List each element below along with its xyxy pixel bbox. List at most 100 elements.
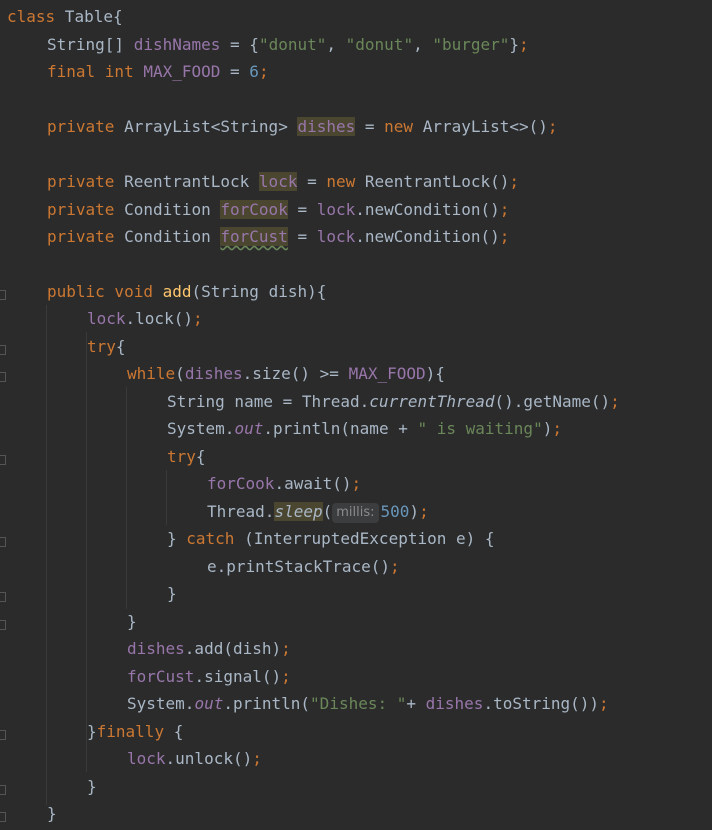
- code-line[interactable]: class Table{: [7, 3, 123, 31]
- method-name-token: add: [162, 282, 192, 301]
- type-token: ArrayList<String>: [124, 117, 298, 136]
- field-token: lock: [316, 227, 356, 246]
- punct-token: ){: [425, 364, 445, 383]
- code-line[interactable]: lock.lock();: [87, 305, 203, 333]
- field-token: MAX_FOOD: [348, 364, 426, 383]
- indent-guide: [166, 470, 167, 525]
- keyword-token: final int: [47, 62, 144, 81]
- keyword-token: private: [47, 172, 125, 191]
- number-token: 500: [380, 502, 410, 521]
- code-line[interactable]: String[] dishNames = {"donut", "donut", …: [47, 31, 529, 59]
- punct-token: ,: [413, 35, 433, 54]
- keyword-token: new: [384, 117, 423, 136]
- fold-marker-icon[interactable]: [0, 455, 6, 465]
- method-call-token: .println(: [223, 694, 311, 713]
- field-token-highlighted: forCook: [220, 200, 288, 219]
- semicolon-token: ;: [610, 392, 620, 411]
- brace-token: {: [164, 722, 184, 741]
- brace-token: }: [167, 584, 177, 603]
- code-line[interactable]: }: [127, 608, 137, 636]
- class-name-token: Table{: [55, 7, 123, 26]
- static-method-token: currentThread: [369, 392, 495, 411]
- operator-token: =: [297, 172, 327, 191]
- fold-marker-icon[interactable]: [0, 812, 6, 822]
- field-token: forCook: [207, 474, 275, 493]
- code-line[interactable]: }: [167, 580, 177, 608]
- code-line[interactable]: final int MAX_FOOD = 6;: [47, 58, 269, 86]
- fold-marker-icon[interactable]: [0, 592, 6, 602]
- method-call-token: .add(dish): [184, 639, 282, 658]
- operator-token: =: [287, 200, 317, 219]
- code-line[interactable]: private Condition forCook = lock.newCond…: [47, 196, 509, 224]
- code-line[interactable]: private ReentrantLock lock = new Reentra…: [47, 168, 519, 196]
- method-call-token: .await(): [274, 474, 352, 493]
- field-token: dishes: [127, 639, 185, 658]
- semicolon-token: ;: [499, 227, 510, 246]
- semicolon-token: ;: [509, 172, 520, 191]
- type-token: ReentrantLock: [124, 172, 259, 191]
- keyword-token: class: [7, 7, 56, 26]
- operator-token: =: [287, 227, 317, 246]
- semicolon-token: ;: [419, 502, 429, 521]
- punct-token: ): [409, 502, 420, 521]
- fold-marker-icon[interactable]: [0, 785, 6, 795]
- code-line[interactable]: private ArrayList<String> dishes = new A…: [47, 113, 558, 141]
- code-line[interactable]: }finally {: [87, 718, 183, 746]
- operator-token: =: [355, 117, 385, 136]
- semicolon-token: ;: [499, 200, 510, 219]
- semicolon-token: ;: [599, 694, 609, 713]
- indent-guide: [126, 387, 127, 609]
- method-call-token: .toString()): [483, 694, 600, 713]
- code-line[interactable]: forCook.await();: [207, 470, 361, 498]
- keyword-token: private: [47, 200, 125, 219]
- static-field-token: out: [194, 694, 224, 713]
- keyword-token: try: [167, 447, 196, 466]
- brace-token: }: [167, 529, 187, 548]
- static-method-token-highlighted: sleep: [274, 502, 323, 521]
- params-token: (InterruptedException e) {: [234, 529, 495, 548]
- fold-marker-icon[interactable]: [0, 620, 6, 630]
- code-line[interactable]: forCust.signal();: [127, 663, 291, 691]
- code-line[interactable]: }: [47, 800, 57, 828]
- brace-token: {: [195, 447, 206, 466]
- code-line[interactable]: e.printStackTrace();: [207, 553, 400, 581]
- operator-token: +: [406, 694, 426, 713]
- operator-token: = {: [220, 35, 259, 54]
- keyword-token: private: [47, 227, 125, 246]
- code-line[interactable]: dishes.add(dish);: [127, 635, 291, 663]
- method-call-token: .newCondition(): [355, 200, 500, 219]
- punct-token: }: [509, 35, 520, 54]
- string-token: " is waiting": [417, 419, 543, 438]
- semicolon-token: ;: [547, 117, 558, 136]
- code-line[interactable]: lock.unlock();: [127, 745, 262, 773]
- code-line[interactable]: String name = Thread.currentThread().get…: [167, 388, 620, 416]
- code-line[interactable]: try{: [87, 333, 126, 361]
- semicolon-token: ;: [192, 309, 203, 328]
- punct-token: ,: [326, 35, 346, 54]
- code-line[interactable]: private Condition forCust = lock.newCond…: [47, 223, 509, 251]
- fold-marker-icon[interactable]: [0, 730, 6, 740]
- code-line[interactable]: while(dishes.size() >= MAX_FOOD){: [127, 360, 445, 388]
- parameter-hint: millis:: [332, 503, 379, 523]
- code-line[interactable]: }: [87, 773, 97, 801]
- semicolon-token: ;: [351, 474, 362, 493]
- fold-marker-icon[interactable]: [0, 290, 6, 300]
- code-line[interactable]: public void add(String dish){: [47, 278, 326, 306]
- code-line[interactable]: Thread.sleep(millis: 500);: [207, 498, 429, 526]
- code-line[interactable]: try{: [167, 443, 206, 471]
- method-call-token: .signal(): [194, 667, 282, 686]
- type-token: String[]: [47, 35, 134, 54]
- fold-marker-icon[interactable]: [0, 537, 6, 547]
- fold-marker-icon[interactable]: [0, 345, 6, 355]
- static-field-token: out: [234, 419, 264, 438]
- code-line[interactable]: System.out.println("Dishes: "+ dishes.to…: [127, 690, 609, 718]
- constructor-token: ReentrantLock(): [364, 172, 510, 191]
- class-ref-token: Thread.: [207, 502, 275, 521]
- keyword-token: new: [326, 172, 365, 191]
- keyword-token: private: [47, 117, 125, 136]
- fold-marker-icon[interactable]: [0, 372, 6, 382]
- method-call-token: .newCondition(): [355, 227, 500, 246]
- brace-token: }: [127, 612, 137, 631]
- code-line[interactable]: System.out.println(name + " is waiting")…: [167, 415, 562, 443]
- code-line[interactable]: } catch (InterruptedException e) {: [167, 525, 495, 553]
